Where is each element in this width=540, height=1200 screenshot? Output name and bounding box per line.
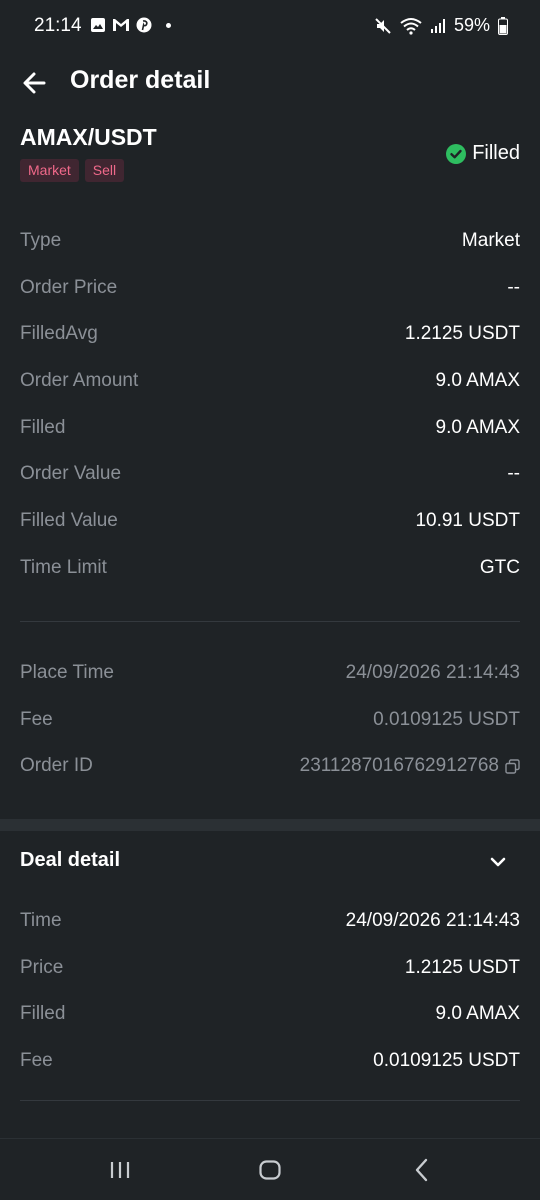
deal-row-filled: Filled 9.0 AMAX	[20, 991, 520, 1038]
detail-row-filled-avg: FilledAvg 1.2125 USDT	[20, 311, 520, 358]
deal-row-price: Price 1.2125 USDT	[20, 945, 520, 992]
order-status: Filled	[446, 142, 520, 165]
row-label: Order Amount	[20, 370, 139, 392]
row-value: 1.2125 USDT	[404, 323, 520, 345]
home-icon[interactable]	[255, 1155, 285, 1185]
deal-details: Time 24/09/2026 21:14:43 Price 1.2125 USDT…	[20, 898, 520, 1085]
order-id-value: 2311287016762912768	[300, 755, 520, 777]
row-value: 0.0109125 USDT	[373, 708, 520, 730]
check-circle-icon	[446, 143, 467, 164]
order-side-tag: Sell	[84, 159, 125, 182]
row-value: 9.0 AMAX	[435, 370, 521, 392]
row-value: 2311287016762912768	[299, 755, 499, 777]
deal-row-time: Time 24/09/2026 21:14:43	[20, 898, 520, 945]
row-value: 24/09/2026 21:14:43	[345, 910, 520, 931]
meta-row-fee: Fee 0.0109125 USDT	[20, 697, 520, 744]
row-label: Order Value	[20, 463, 122, 485]
row-label: Fee	[20, 1050, 53, 1072]
row-label: Type	[20, 230, 62, 251]
detail-row-time-limit: Time Limit GTC	[20, 545, 520, 592]
deal-detail-title[interactable]: Deal detail	[20, 849, 120, 872]
meta-row-order-id: Order ID 2311287016762912768	[20, 743, 520, 790]
detail-row-type: Type Market	[20, 218, 520, 265]
row-value: 1.2125 USDT	[404, 956, 520, 978]
divider	[20, 1100, 520, 1101]
row-label: Order ID	[20, 755, 93, 777]
row-label: Time	[20, 910, 62, 931]
row-label: Filled	[20, 416, 66, 438]
row-value: 0.0109125 USDT	[373, 1050, 520, 1072]
signal-icon	[430, 18, 445, 33]
status-time: 21:14	[34, 15, 82, 36]
page-title: Order detail	[70, 66, 211, 94]
row-value: --	[507, 463, 520, 485]
row-value: 9.0 AMAX	[435, 416, 521, 438]
back-icon[interactable]	[407, 1155, 437, 1185]
order-tags: Market Sell	[20, 159, 125, 182]
row-label: Time Limit	[20, 556, 107, 578]
row-value: 24/09/2026 21:14:43	[345, 662, 520, 683]
row-label: FilledAvg	[20, 323, 98, 345]
gmail-icon	[113, 19, 129, 31]
order-meta: Place Time 24/09/2026 21:14:43 Fee 0.01091…	[20, 650, 520, 790]
pinterest-icon	[136, 17, 152, 33]
battery-percent: 59%	[453, 15, 490, 35]
meta-row-place-time: Place Time 24/09/2026 21:14:43	[20, 650, 520, 697]
divider	[20, 621, 520, 622]
row-label: Price	[20, 956, 64, 978]
notification-dot	[166, 22, 171, 28]
row-value: Market	[461, 230, 520, 251]
gallery-icon	[91, 18, 105, 32]
deal-row-fee: Fee 0.0109125 USDT	[20, 1038, 520, 1085]
detail-row-order-price: Order Price --	[20, 265, 520, 312]
row-label: Place Time	[20, 662, 114, 683]
row-label: Fee	[20, 708, 53, 730]
order-details: Type Market Order Price -- FilledAvg 1.2125…	[20, 218, 520, 592]
chevron-down-icon[interactable]	[488, 852, 508, 872]
detail-row-order-value: Order Value --	[20, 451, 520, 498]
mute-icon	[375, 17, 391, 34]
row-label: Filled	[20, 1003, 66, 1025]
copy-icon[interactable]	[505, 759, 520, 774]
recent-apps-icon[interactable]	[105, 1155, 135, 1185]
app-bar: Order detail	[0, 54, 540, 112]
row-value: --	[507, 276, 520, 298]
system-nav-bar	[0, 1138, 540, 1200]
order-type-tag: Market	[20, 159, 79, 182]
row-label: Filled Value	[20, 510, 118, 532]
detail-row-filled: Filled 9.0 AMAX	[20, 405, 520, 452]
status-label: Filled	[472, 142, 520, 164]
row-value: 9.0 AMAX	[435, 1003, 521, 1025]
battery-icon	[498, 16, 508, 35]
detail-row-filled-value: Filled Value 10.91 USDT	[20, 498, 520, 545]
trading-pair: AMAX/USDT	[20, 124, 157, 150]
wifi-icon	[400, 17, 422, 35]
section-separator	[0, 819, 540, 831]
row-label: Order Price	[20, 276, 118, 298]
row-value: 10.91 USDT	[415, 510, 520, 532]
detail-row-order-amount: Order Amount 9.0 AMAX	[20, 358, 520, 405]
status-bar: 21:14 59%	[0, 0, 540, 54]
row-value: GTC	[479, 556, 520, 578]
back-arrow-icon[interactable]	[18, 66, 52, 100]
